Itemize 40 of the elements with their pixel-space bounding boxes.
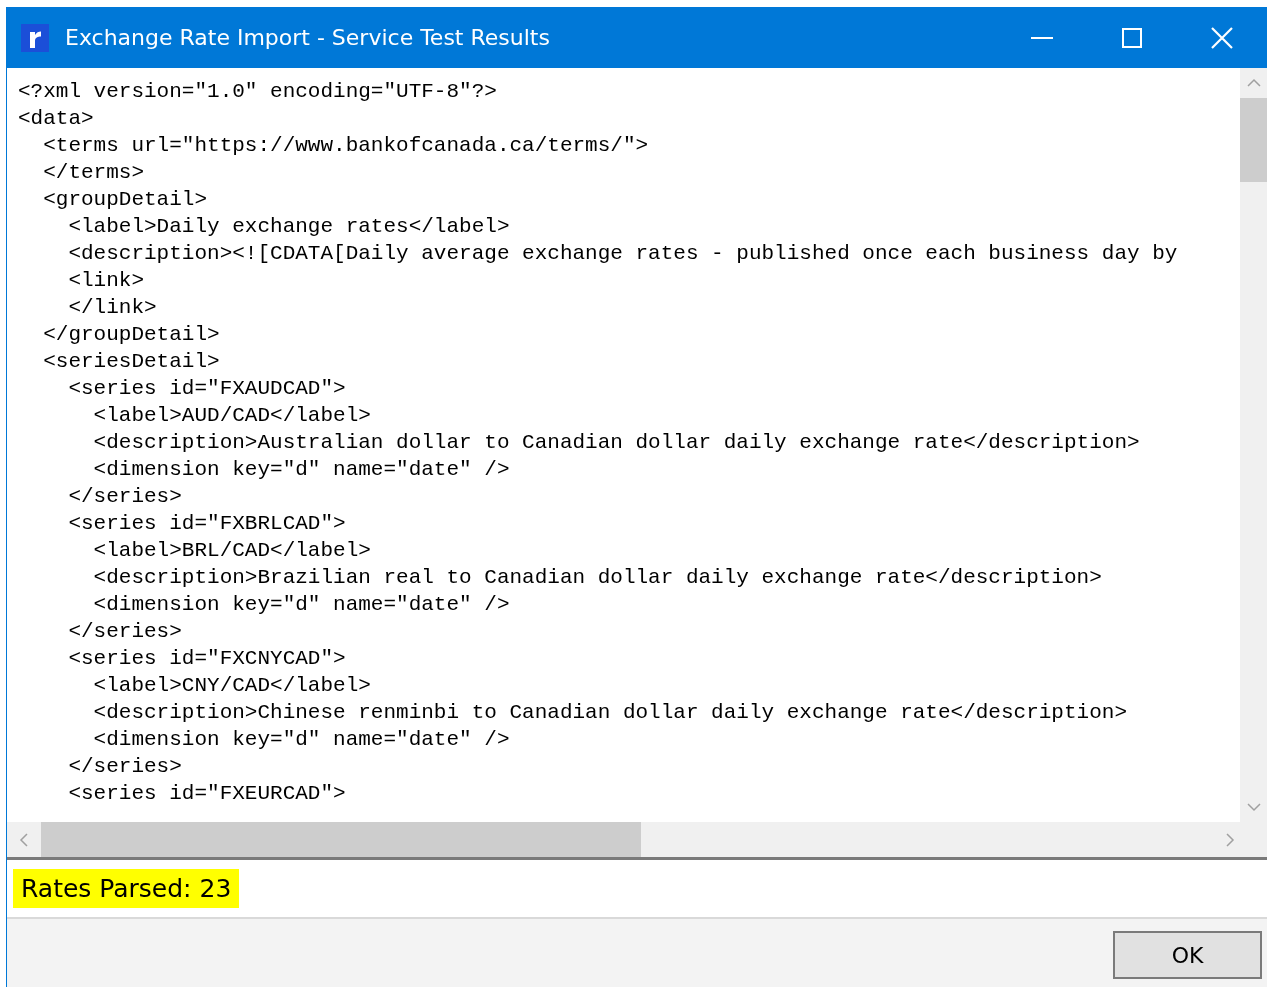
code-line: <dimension key="d" name="date" /> (92, 457, 511, 483)
code-line: </series> (67, 484, 183, 510)
code-line: <series id="FXEURCAD"> (67, 781, 347, 807)
code-line: <label>BRL/CAD</label> (92, 538, 372, 564)
horizontal-scrollbar[interactable] (7, 822, 1267, 860)
code-line: <description>Brazilian real to Canadian dollar daily exchange rate</description> (92, 565, 1103, 591)
scrollbar-thumb[interactable] (1240, 98, 1267, 182)
code-line: <series id="FXAUDCAD"> (67, 376, 347, 402)
code-line: <link> (67, 268, 146, 294)
code-line: </series> (67, 619, 183, 645)
code-line: <data> (18, 106, 95, 132)
code-line: <label>AUD/CAD</label> (92, 403, 372, 429)
code-line: <label>Daily exchange rates</label> (67, 214, 511, 240)
code-line: <dimension key="d" name="date" /> (92, 727, 511, 753)
scrollbar-thumb[interactable] (41, 822, 641, 857)
vertical-scrollbar[interactable] (1240, 68, 1267, 822)
code-line: </groupDetail> (42, 322, 221, 348)
code-line: <terms url="https://www.bankofcanada.ca/terms/"> (42, 133, 650, 159)
code-line: <series id="FXBRLCAD"> (67, 511, 347, 537)
status-text: Rates Parsed: 23 (13, 869, 240, 908)
code-line: <description><![CDATA[Daily average exchange rates - published once each business day by (67, 241, 1179, 267)
code-line: </terms> (42, 160, 146, 186)
code-line: </series> (67, 754, 183, 780)
window-title: Exchange Rate Import - Service Test Results (65, 25, 551, 50)
code-line: <description>Australian dollar to Canadian dollar daily exchange rate</description> (92, 430, 1141, 456)
code-line: <groupDetail> (42, 187, 209, 213)
app-logo-icon (21, 23, 49, 52)
code-line: <description>Chinese renminbi to Canadian dollar daily exchange rate</description> (92, 700, 1128, 726)
code-line: <dimension key="d" name="date" /> (92, 592, 511, 618)
code-line: <seriesDetail> (42, 349, 221, 375)
maximize-icon[interactable] (1122, 27, 1142, 48)
code-line: </link> (67, 295, 158, 321)
code-line: <label>CNY/CAD</label> (92, 673, 372, 699)
ok-button[interactable]: OK (1113, 931, 1262, 979)
code-line: <series id="FXCNYCAD"> (67, 646, 347, 672)
minimize-icon[interactable] (1031, 36, 1053, 39)
scroll-up-icon[interactable] (1246, 78, 1261, 88)
scroll-down-icon[interactable] (1246, 802, 1261, 812)
close-icon[interactable] (1211, 26, 1233, 49)
code-line: <?xml version="1.0" encoding="UTF-8"?> (18, 79, 498, 105)
